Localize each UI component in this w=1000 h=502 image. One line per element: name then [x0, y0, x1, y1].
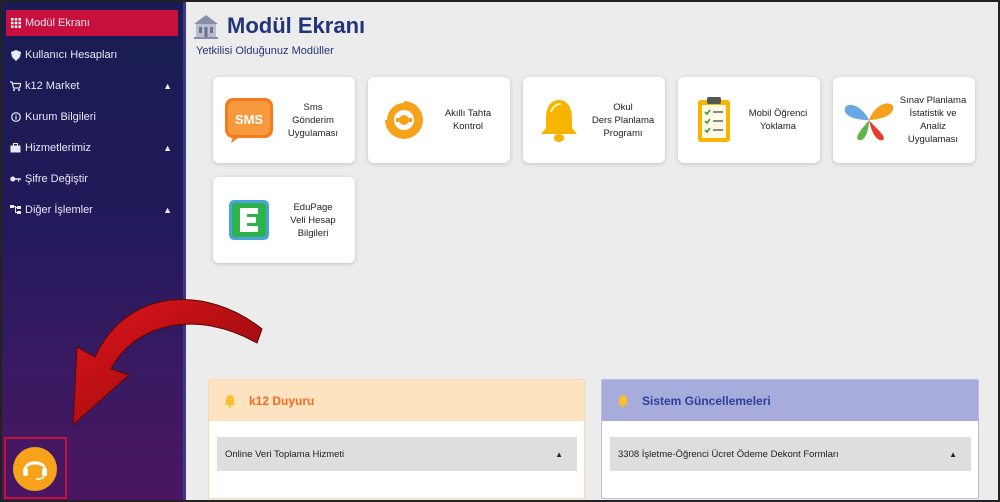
- module-card-mobil-yoklama[interactable]: Mobil Öğrenci Yoklama: [678, 77, 820, 163]
- chevron-up-icon[interactable]: ▲: [163, 205, 172, 215]
- sidebar-item-label: Kurum Bilgileri: [25, 111, 96, 123]
- sidebar-item-label: Kullanıcı Hesapları: [25, 49, 118, 61]
- sidebar-item-label: k12 Market: [25, 80, 80, 92]
- butterfly-icon: [841, 92, 897, 148]
- updates-title: Sistem Güncellemeleri: [642, 393, 771, 408]
- module-card-sinav-planlama[interactable]: Sınav Planlama İstatistik ve Analiz Uygu…: [833, 77, 975, 163]
- announcement-item-label: Online Veri Toplama Hizmeti: [225, 448, 345, 460]
- sms-icon: SMS: [221, 92, 277, 148]
- sidebar-item-diger-islemler[interactable]: Diğer İşlemler ▲: [6, 197, 178, 223]
- updates-item-label: 3308 İşletme-Öğrenci Ücret Ödeme Dekont …: [618, 448, 839, 460]
- edupage-icon: [221, 192, 277, 248]
- module-card-ders-planlama[interactable]: Okul Ders Planlama Programı: [523, 77, 665, 163]
- caret-up-icon[interactable]: ▲: [555, 450, 563, 459]
- key-icon: [10, 174, 21, 185]
- sitemap-icon: [10, 205, 21, 216]
- module-label: Sınav Planlama İstatistik ve Analiz Uygu…: [899, 95, 967, 145]
- support-button[interactable]: [13, 447, 57, 491]
- sidebar-item-label: Diğer İşlemler: [25, 204, 93, 216]
- announcement-item-content: [217, 471, 577, 497]
- sidebar-item-kullanici-hesaplari[interactable]: Kullanıcı Hesapları: [6, 42, 178, 68]
- sidebar-item-label: Şifre Değiştir: [25, 173, 88, 185]
- sidebar-item-hizmetlerimiz[interactable]: Hizmetlerimiz ▲: [6, 135, 178, 161]
- module-label: EduPage Veli Hesap Bilgileri: [290, 201, 336, 239]
- cart-icon: [10, 81, 21, 92]
- clipboard-icon: [686, 92, 742, 148]
- updates-item[interactable]: 3308 İşletme-Öğrenci Ücret Ödeme Dekont …: [610, 437, 971, 471]
- smartboard-icon: [376, 92, 432, 148]
- briefcase-icon: [10, 143, 21, 154]
- module-label: Sms Gönderim Uygulaması: [287, 101, 339, 139]
- sidebar-item-k12-market[interactable]: k12 Market ▲: [6, 73, 178, 99]
- module-label: Mobil Öğrenci Yoklama: [748, 108, 808, 132]
- updates-panel: Sistem Güncellemeleri 3308 İşletme-Öğren…: [601, 379, 979, 499]
- chevron-up-icon[interactable]: ▲: [163, 143, 172, 153]
- page-subtitle: Yetkilisi Olduğunuz Modüller: [196, 45, 334, 57]
- sidebar-item-label: Hizmetlerimiz: [25, 142, 91, 154]
- module-label: Okul Ders Planlama Programı: [591, 101, 655, 139]
- info-icon: [10, 112, 21, 123]
- shield-icon: [10, 49, 21, 61]
- updates-header: Sistem Güncellemeleri: [602, 380, 978, 421]
- headset-icon: [21, 454, 49, 485]
- caret-up-icon[interactable]: ▲: [949, 450, 957, 459]
- module-card-sms[interactable]: SMS Sms Gönderim Uygulaması: [213, 77, 355, 163]
- sidebar-item-label: Modül Ekranı: [25, 17, 90, 29]
- bell-icon: [616, 394, 630, 408]
- module-label: Akıllı Tahta Kontrol: [444, 108, 492, 132]
- school-building-icon: [192, 12, 220, 40]
- module-card-akilli-tahta[interactable]: Akıllı Tahta Kontrol: [368, 77, 510, 163]
- sidebar-item-kurum-bilgileri[interactable]: Kurum Bilgileri: [6, 104, 178, 130]
- grid-icon: [10, 18, 21, 29]
- sidebar-item-modul-ekrani[interactable]: Modül Ekranı: [6, 10, 178, 36]
- sidebar-item-sifre-degistir[interactable]: Şifre Değiştir: [6, 166, 178, 192]
- updates-item-content: [610, 471, 971, 497]
- chevron-up-icon[interactable]: ▲: [163, 81, 172, 91]
- page-title: Modül Ekranı: [227, 13, 366, 38]
- annotation-arrow-icon: [72, 299, 263, 427]
- bell-icon: [531, 92, 587, 148]
- svg-text:SMS: SMS: [235, 112, 264, 127]
- module-card-edupage[interactable]: EduPage Veli Hesap Bilgileri: [213, 177, 355, 263]
- announcement-item[interactable]: Online Veri Toplama Hizmeti ▲: [217, 437, 577, 471]
